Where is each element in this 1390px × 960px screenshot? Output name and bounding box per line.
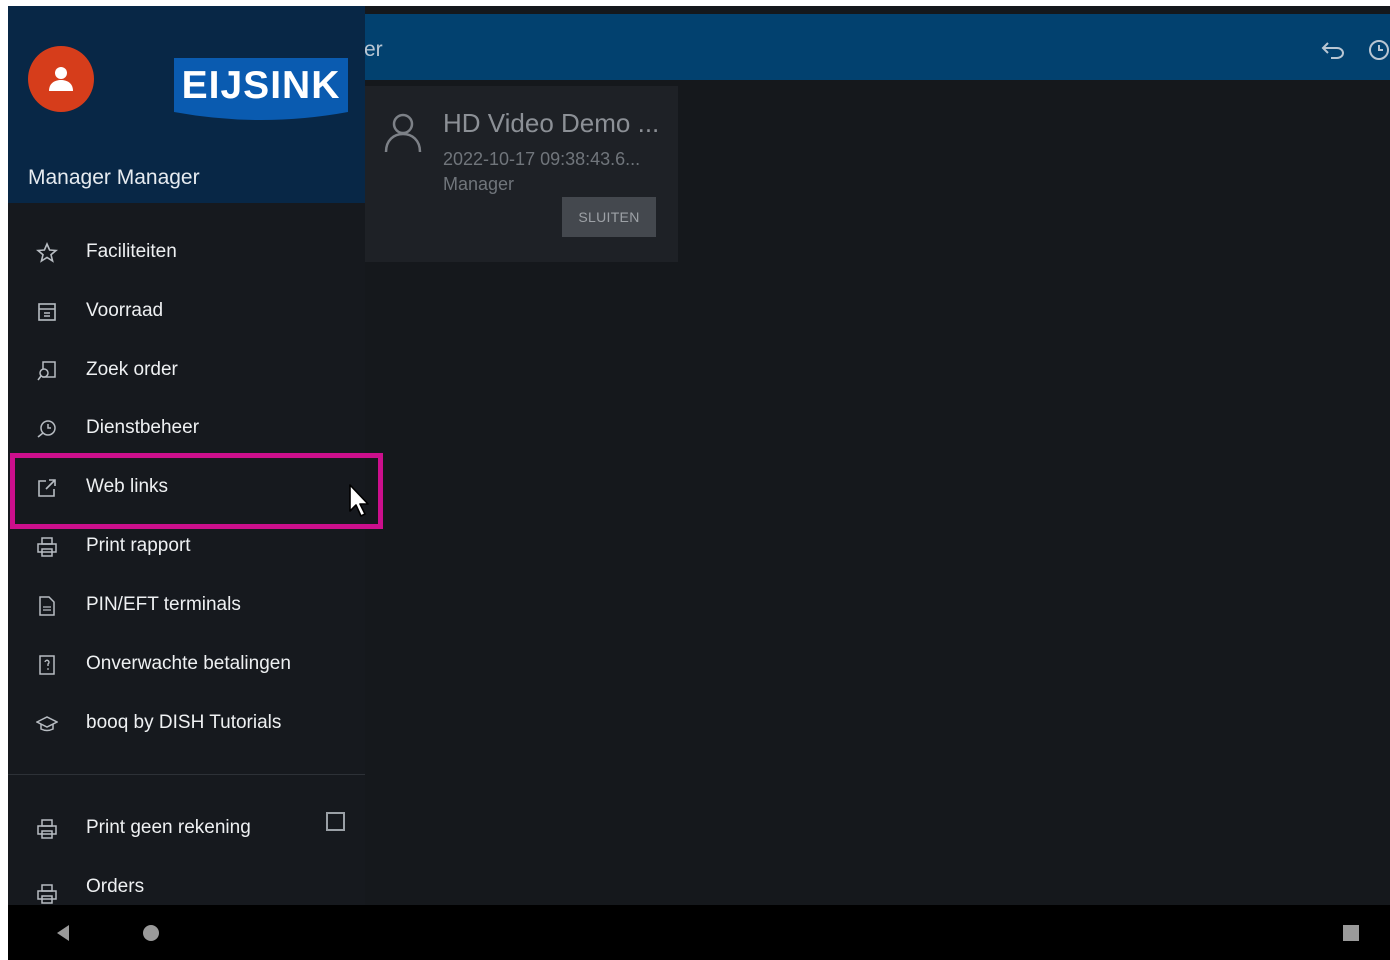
menu-item-label: booq by DISH Tutorials xyxy=(86,712,282,733)
avatar[interactable] xyxy=(28,46,94,112)
menu-item-label: Onverwachte betalingen xyxy=(86,653,291,674)
shift-icon[interactable] xyxy=(1364,36,1390,64)
inventory-icon xyxy=(38,303,56,321)
menu-item-label: PIN/EFT terminals xyxy=(86,594,241,615)
menu-item-web-links[interactable]: Web links xyxy=(8,459,365,517)
menu-divider xyxy=(8,774,365,775)
menu-item-label: Faciliteiten xyxy=(86,241,177,262)
question-icon xyxy=(39,655,55,675)
recents-icon[interactable] xyxy=(1336,905,1366,960)
menu-item-pin-eft-terminals[interactable]: PIN/EFT terminals xyxy=(8,577,365,635)
card-user: Manager xyxy=(443,174,515,194)
menu-item-label: Voorraad xyxy=(86,300,164,321)
logo-text: EIJSINK xyxy=(181,64,341,107)
printer-icon xyxy=(37,819,57,839)
menu-item-label: Zoek order xyxy=(86,359,178,380)
printer-icon xyxy=(37,537,57,557)
menu-item-tutorials[interactable]: booq by DISH Tutorials xyxy=(8,695,365,753)
print-geen-rekening-checkbox[interactable] xyxy=(326,812,345,831)
card-title: HD Video Demo ... xyxy=(443,108,660,138)
app-bar-title: er xyxy=(364,38,383,61)
star-icon xyxy=(36,242,58,263)
eijsink-logo: EIJSINK xyxy=(174,58,348,122)
menu-item-label: Print rapport xyxy=(86,535,191,556)
navigation-drawer: EIJSINK Manager Manager Faciliteiten Voo… xyxy=(8,6,365,960)
undo-icon[interactable] xyxy=(1318,36,1348,64)
home-icon[interactable] xyxy=(136,905,166,960)
back-icon[interactable] xyxy=(48,905,78,960)
system-nav-bar xyxy=(8,905,1390,960)
menu-item-label: Print geen rekening xyxy=(86,817,251,838)
menu-item-label: Web links xyxy=(86,476,169,497)
printer-icon xyxy=(37,884,57,904)
menu-item-label: Orders xyxy=(86,876,145,897)
user-icon xyxy=(49,67,73,91)
document-icon xyxy=(39,596,55,616)
card-timestamp: 2022-10-17 09:38:43.6... xyxy=(443,149,641,169)
menu-item-onverwachte-betalingen[interactable]: Onverwachte betalingen xyxy=(8,636,365,694)
person-icon xyxy=(384,113,422,153)
menu-item-faciliteiten[interactable]: Faciliteiten xyxy=(8,224,365,282)
drawer-header: EIJSINK Manager Manager xyxy=(8,6,365,203)
mouse-cursor-icon xyxy=(349,484,369,517)
shift-icon xyxy=(37,420,56,438)
close-button[interactable]: SLUITEN xyxy=(562,197,656,237)
menu-item-label: Dienstbeheer xyxy=(86,417,200,438)
menu-item-zoek-order[interactable]: Zoek order xyxy=(8,342,365,400)
graduation-icon xyxy=(36,716,58,732)
menu-item-voorraad[interactable]: Voorraad xyxy=(8,283,365,341)
menu-item-print-geen-rekening[interactable]: Print geen rekening xyxy=(8,800,365,858)
menu-item-dienstbeheer[interactable]: Dienstbeheer xyxy=(8,400,365,458)
menu-item-print-rapport[interactable]: Print rapport xyxy=(8,518,365,576)
external-link-icon xyxy=(38,479,56,497)
android-screen: er HD Video Demo ... 2022-10-17 09:38:43… xyxy=(8,6,1390,960)
username: Manager Manager xyxy=(28,166,200,189)
search-order-icon xyxy=(37,361,56,381)
